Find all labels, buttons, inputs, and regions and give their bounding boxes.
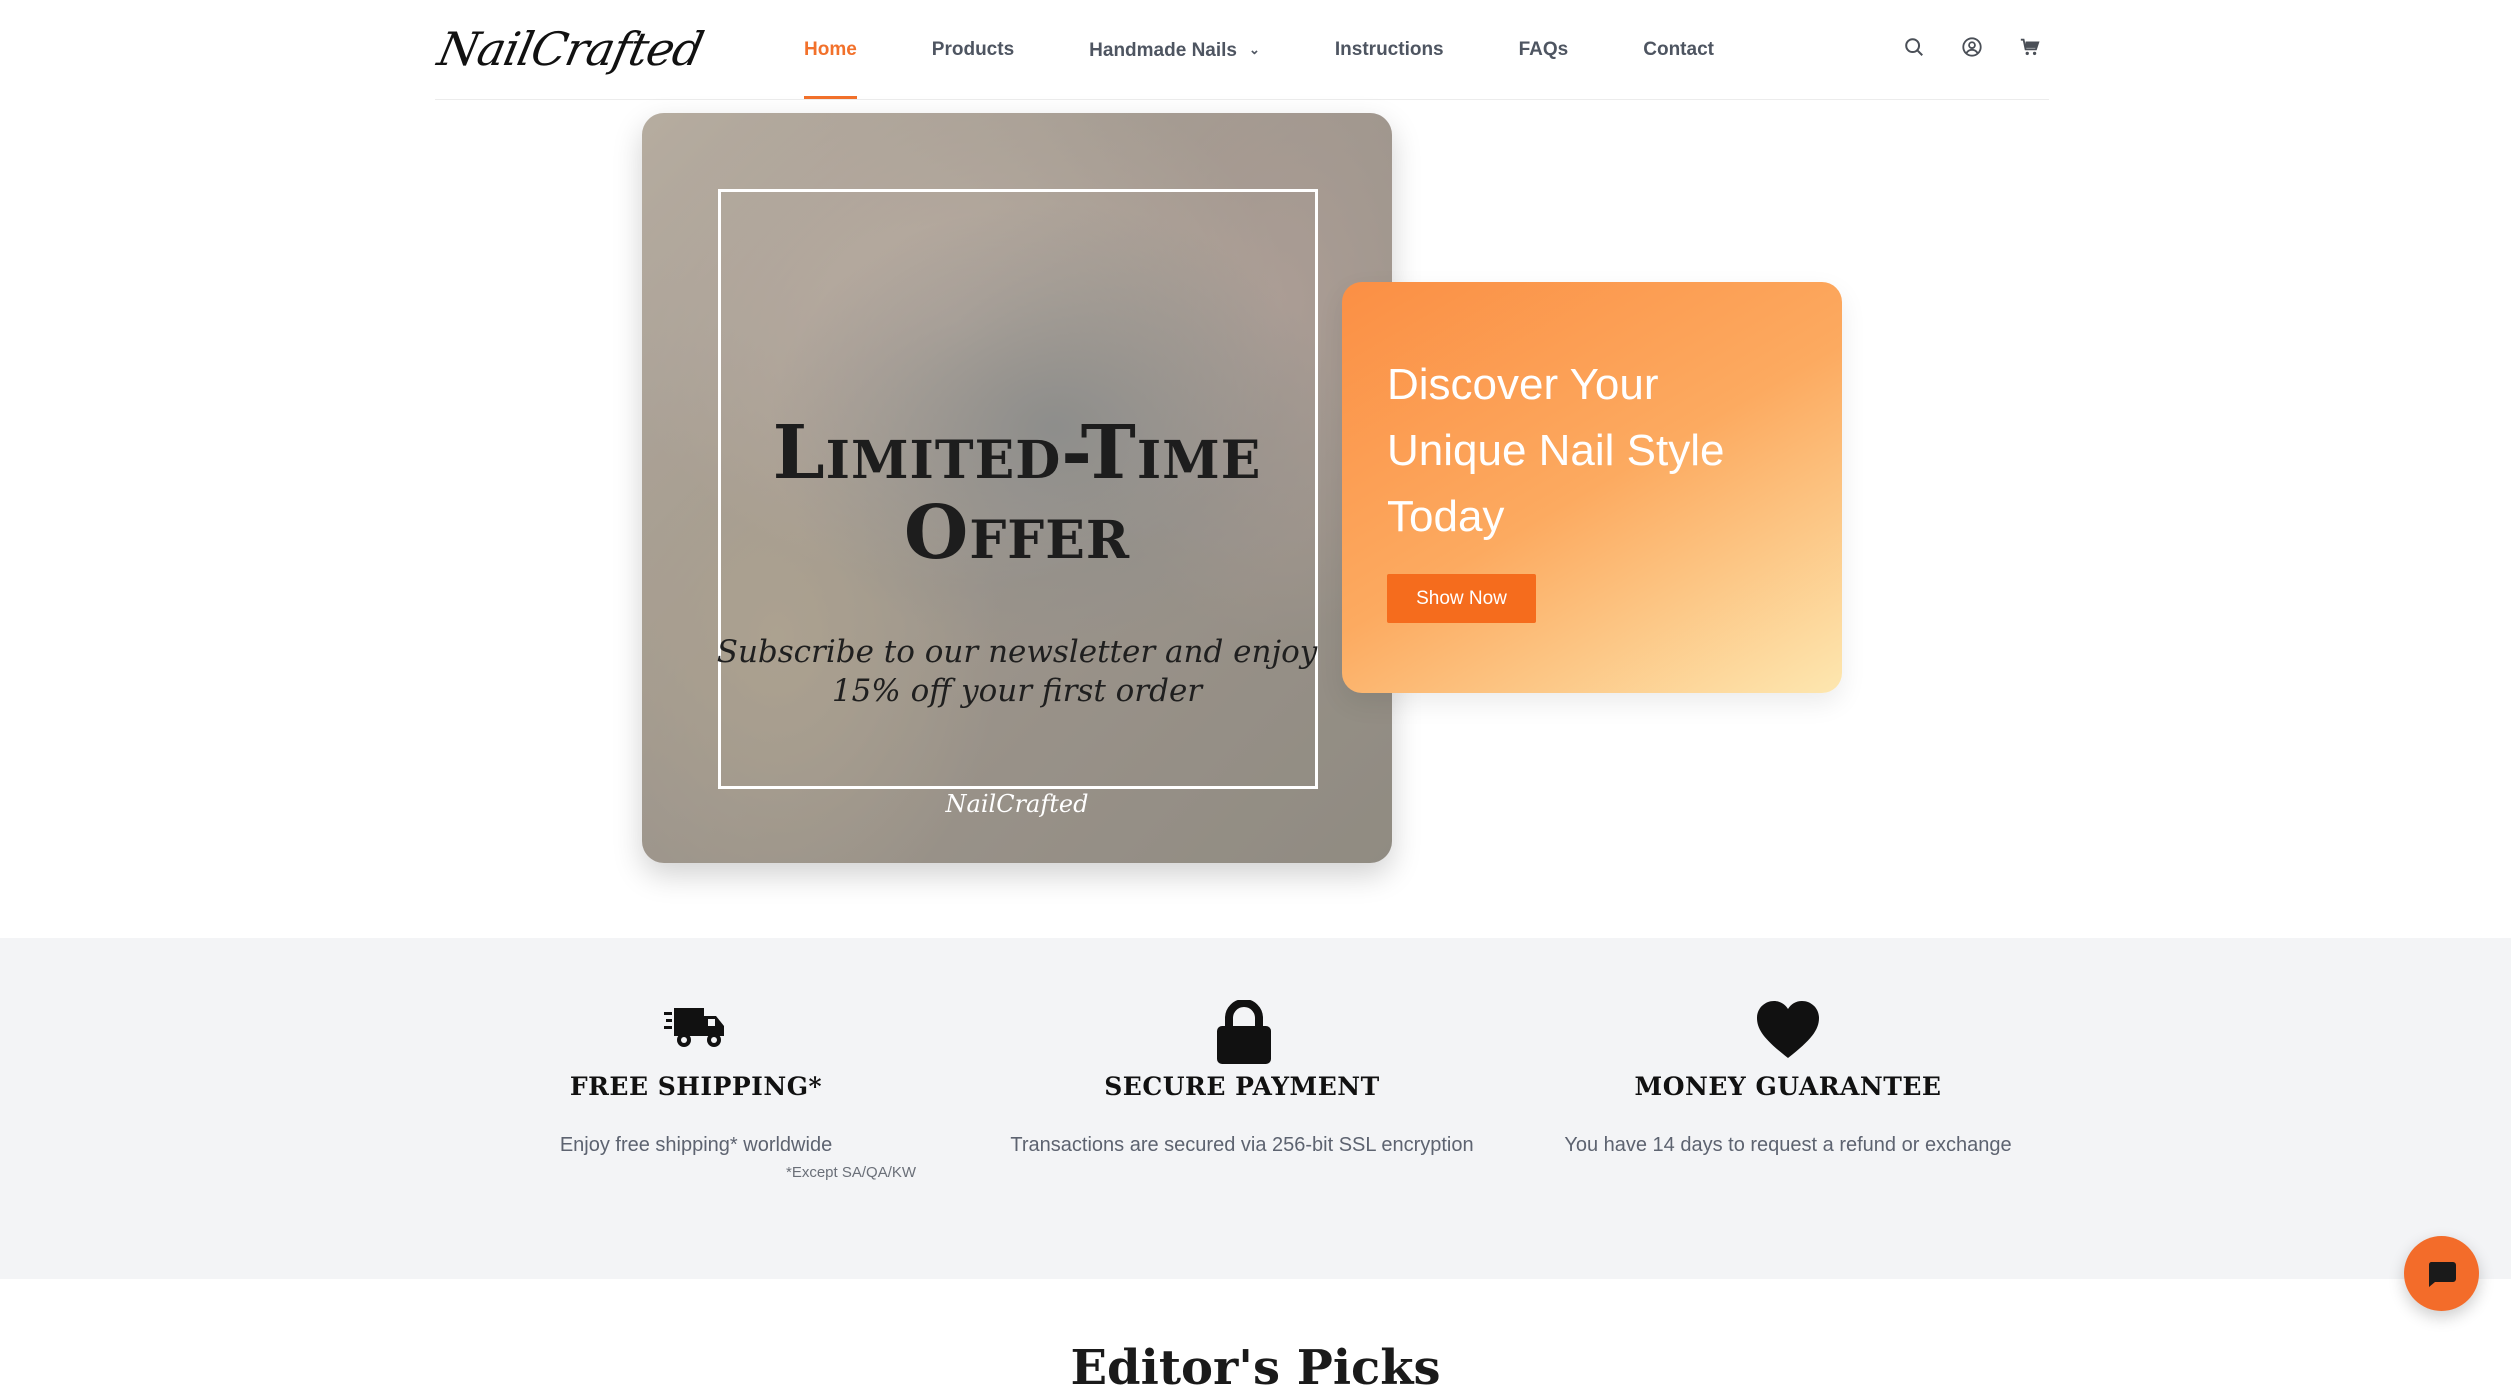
header-actions [1903,36,2041,58]
hero-offer-banner[interactable]: Limited-Time Offer Subscribe to our news… [642,113,1392,863]
promo-title-line2: Unique Nail Style [1387,426,1725,475]
promo-title: Discover Your Unique Nail Style Today [1387,352,1807,550]
feature-title: SECURE PAYMENT [1104,1072,1380,1101]
nav-handmade-nails-label: Handmade Nails [1089,40,1237,61]
main-nav: Home Products Handmade Nails ⌄ Instructio… [804,0,1789,99]
feature-footnote: *Except SA/QA/KW [786,1164,917,1181]
feature-description: You have 14 days to request a refund or … [1564,1134,2012,1156]
site-logo[interactable]: NailCrafted [432,16,709,82]
offer-subtitle-line2: 15% off your first order [831,673,1203,709]
nav-contact[interactable]: Contact [1643,0,1714,99]
truck-icon [664,1008,724,1047]
promo-title-line1: Discover Your [1387,360,1659,409]
feature-title: MONEY GUARANTEE [1634,1072,1942,1101]
features-strip: FREE SHIPPING* Enjoy free shipping* worl… [0,938,2511,1279]
chat-launcher-button[interactable] [2404,1236,2479,1311]
offer-title: Limited-Time Offer [642,413,1392,573]
cart-icon[interactable] [2019,36,2041,58]
offer-subtitle-line1: Subscribe to our newsletter and enjoy [716,634,1318,670]
nav-handmade-nails[interactable]: Handmade Nails ⌄ [1089,0,1260,99]
lock-icon [1217,1000,1271,1064]
show-now-button[interactable]: Show Now [1387,574,1536,623]
offer-title-line2: Offer [903,490,1131,576]
nav-products[interactable]: Products [932,0,1014,99]
offer-title-line1: Limited-Time [772,410,1262,496]
site-header: NailCrafted Home Products Handmade Nails… [432,0,2049,100]
account-icon[interactable] [1961,36,1983,58]
nav-home[interactable]: Home [804,0,857,99]
promo-title-line3: Today [1387,492,1505,541]
feature-description: Enjoy free shipping* worldwide [559,1134,833,1156]
feature-description: Transactions are secured via 256-bit SSL… [1010,1134,1474,1156]
search-icon[interactable] [1903,36,1925,58]
nav-instructions[interactable]: Instructions [1335,0,1444,99]
chevron-down-icon: ⌄ [1248,42,1260,57]
offer-subtitle: Subscribe to our newsletter and enjoy 15… [642,633,1392,711]
hero-watermark: NailCrafted [945,790,1089,818]
nav-faqs[interactable]: FAQs [1519,0,1569,99]
feature-title: FREE SHIPPING* [569,1072,823,1101]
editors-picks-heading: Editor's Picks [1070,1340,1441,1396]
heart-icon [1757,1001,1819,1058]
chat-icon [2428,1262,2456,1287]
promo-card: Discover Your Unique Nail Style Today Sh… [1342,282,1842,693]
